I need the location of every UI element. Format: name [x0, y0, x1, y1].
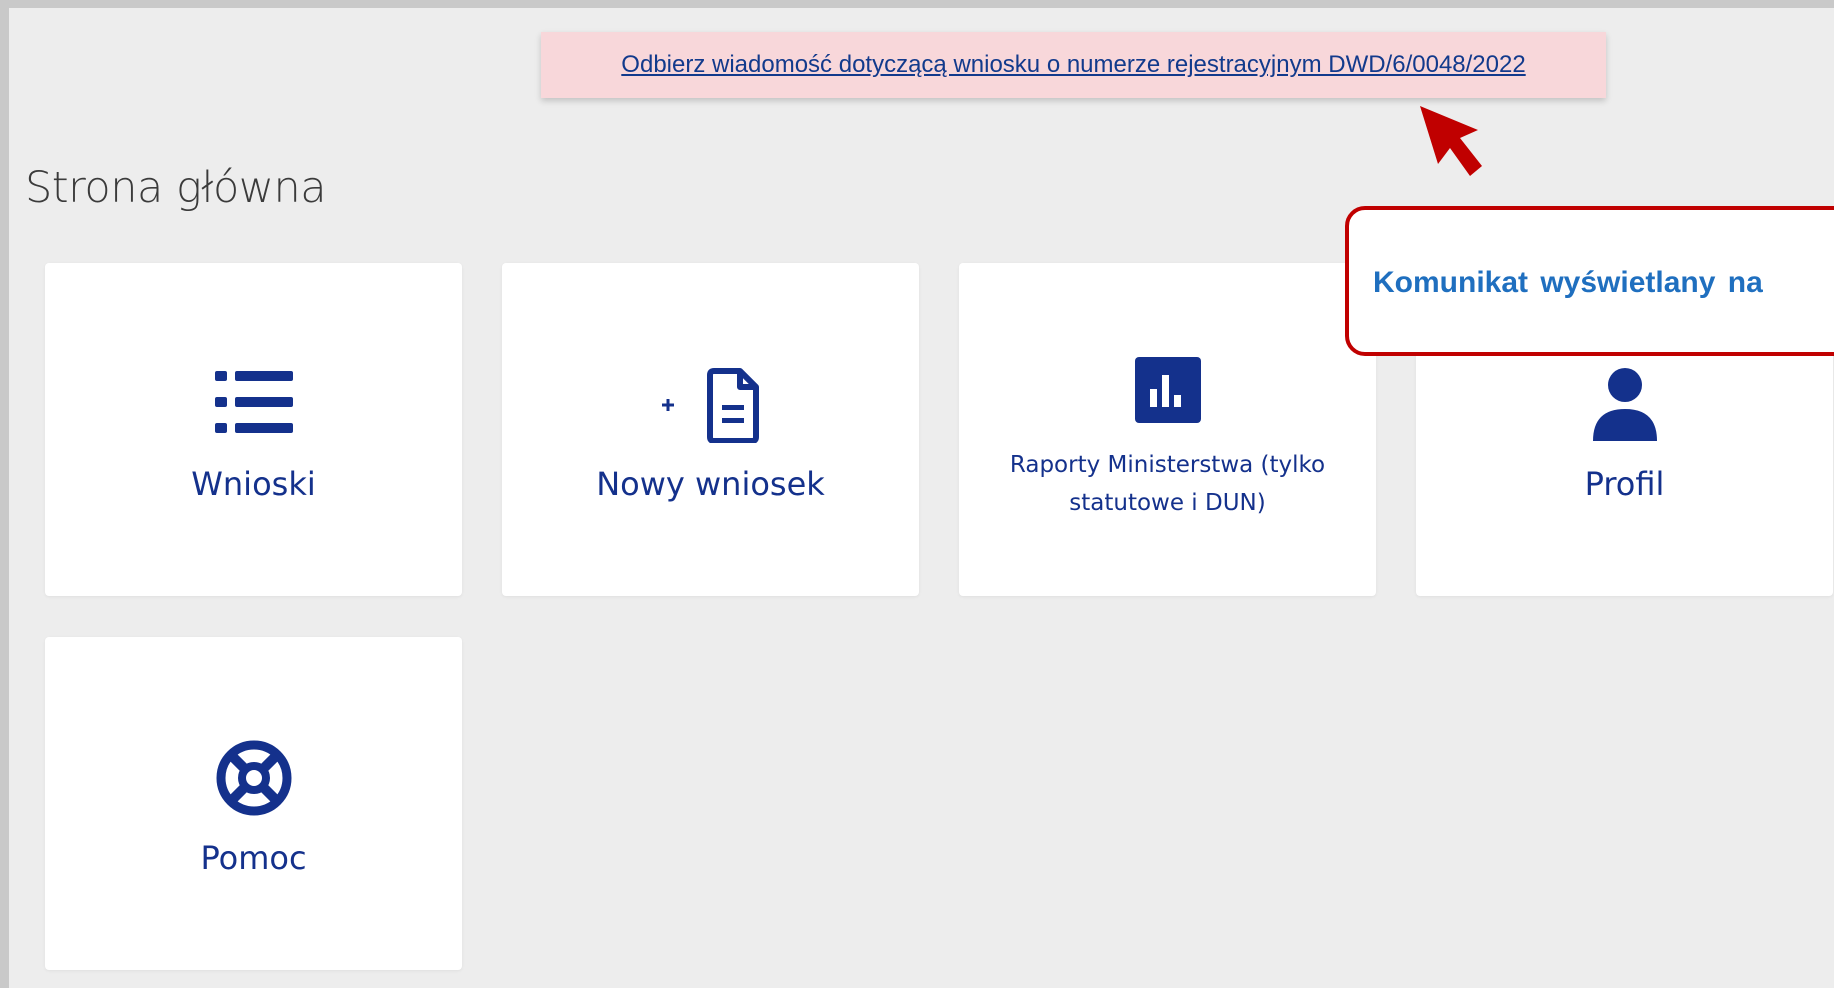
tile-label: Pomoc: [200, 839, 307, 877]
annotation-callout: Komunikat wyświetlany na: [1345, 206, 1834, 356]
tile-wnioski[interactable]: Wnioski: [45, 263, 462, 596]
tile-raporty-ministerstwa[interactable]: Raporty Ministerstwa (tylko statutowe i …: [959, 263, 1376, 596]
tile-nowy-wniosek[interactable]: Nowy wniosek: [502, 263, 919, 596]
annotation-callout-text: Komunikat wyświetlany na: [1373, 266, 1763, 299]
user-icon: [1592, 368, 1657, 441]
receive-message-link[interactable]: Odbierz wiadomość dotyczącą wniosku o nu…: [621, 51, 1525, 79]
page-title: Strona główna: [25, 163, 327, 213]
lifebuoy-icon: [216, 740, 291, 816]
annotation-arrow-icon: [1420, 106, 1482, 176]
bar-chart-icon: [1134, 357, 1201, 423]
tile-pomoc[interactable]: Pomoc: [45, 637, 462, 970]
tile-label: Profil: [1584, 465, 1665, 503]
new-document-icon: [661, 368, 759, 443]
window-left-border: [0, 0, 9, 988]
window-top-border: [0, 0, 1834, 8]
tile-label: Raporty Ministerstwa (tylko statutowe i …: [1009, 452, 1326, 516]
tile-label: Nowy wniosek: [596, 465, 825, 503]
tile-label: Wnioski: [191, 465, 316, 503]
message-notice-banner: Odbierz wiadomość dotyczącą wniosku o nu…: [541, 32, 1606, 98]
list-icon: [214, 371, 293, 433]
